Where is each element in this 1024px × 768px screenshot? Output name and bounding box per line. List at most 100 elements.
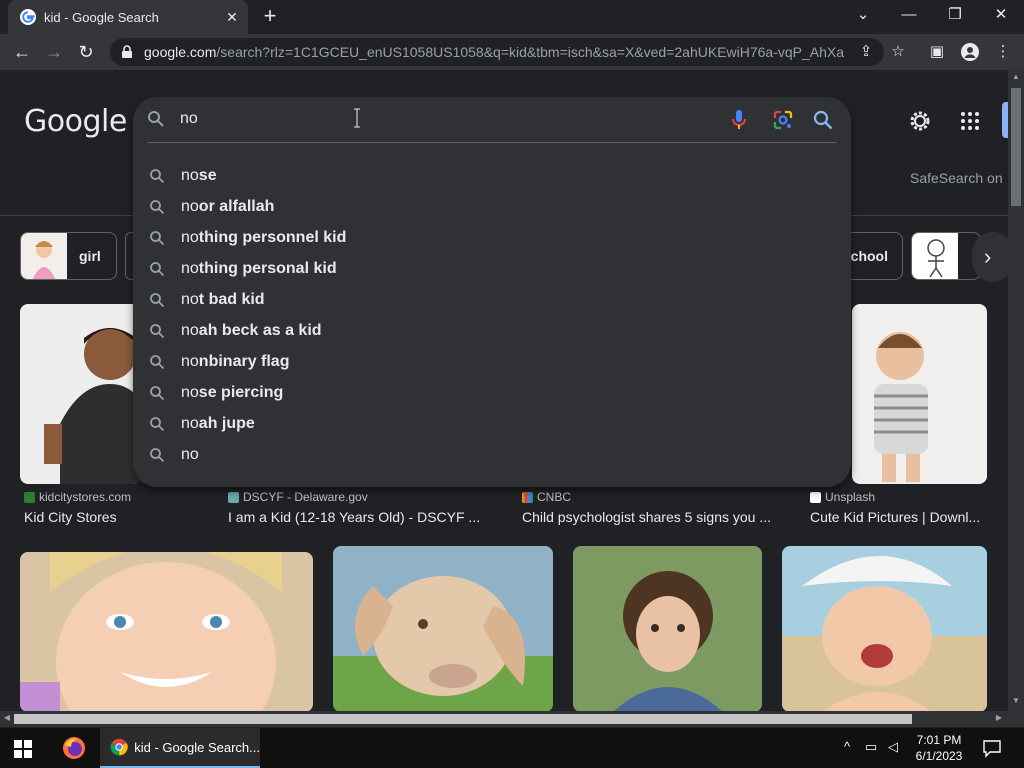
suggestion-completion: ah jupe (198, 414, 255, 432)
horizontal-scroll-thumb[interactable] (14, 714, 912, 724)
google-lens-icon[interactable] (771, 108, 795, 132)
result-source[interactable]: DSCYF - Delaware.gov (228, 490, 368, 504)
side-panel-icon[interactable]: ▣ (927, 42, 947, 62)
search-icon (150, 385, 165, 400)
source-text: Unsplash (825, 490, 876, 504)
suggestion-item[interactable]: not bad kid (133, 284, 851, 315)
result-image-4[interactable] (852, 304, 987, 484)
address-bar[interactable]: google.com/search?rlz=1C1GCEU_enUS1058US… (110, 38, 884, 66)
scroll-down-arrow-icon[interactable]: ▼ (1008, 696, 1024, 710)
network-icon[interactable]: ▭ (862, 738, 880, 756)
share-icon[interactable]: ⇪ (856, 42, 876, 62)
cnbc-favicon-icon (522, 491, 533, 503)
search-submit-icon[interactable] (811, 108, 835, 132)
horizontal-scrollbar[interactable]: ◀ ▶ (0, 711, 1008, 727)
suggestion-item[interactable]: noah beck as a kid (133, 315, 851, 346)
suggestion-item[interactable]: noah jupe (133, 408, 851, 439)
scroll-right-arrow-icon[interactable]: ▶ (992, 713, 1006, 725)
result-image-6[interactable] (333, 546, 553, 711)
tab-title: kid - Google Search (44, 9, 159, 25)
chip-cartoon[interactable] (911, 232, 981, 280)
suggestion-item[interactable]: nose (133, 160, 851, 191)
text-cursor-icon (354, 108, 360, 128)
suggestion-item[interactable]: nose piercing (133, 377, 851, 408)
result-image-7[interactable] (573, 546, 762, 711)
windows-start-icon[interactable] (14, 740, 32, 758)
suggestion-typed: no (181, 383, 199, 401)
suggestion-typed: no (181, 445, 199, 463)
result-source[interactable]: Unsplash (810, 490, 875, 504)
chip-girl[interactable]: girl (20, 232, 117, 280)
vertical-scrollbar[interactable]: ▲ ▼ (1008, 70, 1024, 711)
suggestion-item[interactable]: no (133, 439, 851, 470)
volume-muted-icon[interactable]: ◁ (884, 738, 902, 756)
search-input[interactable]: no (180, 110, 198, 128)
chip-thumbnail (912, 233, 958, 279)
search-box-dropdown: no nose noor alfallah nothing personnel … (133, 97, 851, 487)
forward-button[interactable]: → (42, 40, 66, 64)
result-title[interactable]: I am a Kid (12-18 Years Old) - DSCYF ... (228, 509, 498, 525)
menu-kebab-icon[interactable]: ⋮ (993, 42, 1013, 62)
url-text: google.com/search?rlz=1C1GCEU_enUS1058US… (144, 44, 844, 60)
scroll-up-arrow-icon[interactable]: ▲ (1008, 72, 1024, 86)
voice-search-mic-icon[interactable] (727, 108, 751, 132)
suggestion-typed: no (181, 414, 199, 432)
windows-taskbar: kid - Google Search... ^ ▭ ◁ 7:01 PM 6/1… (0, 728, 1024, 768)
minimize-button[interactable]: — (894, 4, 924, 26)
taskbar-chrome-button[interactable]: kid - Google Search... (100, 728, 260, 768)
result-source[interactable]: CNBC (522, 490, 571, 504)
url-path: /search?rlz=1C1GCEU_enUS1058US1058&q=kid… (216, 44, 844, 60)
suggestion-text: noah jupe (181, 415, 255, 433)
new-tab-button[interactable]: + (258, 5, 282, 29)
close-window-button[interactable]: ✕ (986, 4, 1016, 26)
system-clock[interactable]: 7:01 PM 6/1/2023 (904, 732, 974, 764)
result-title[interactable]: Kid City Stores (24, 509, 214, 525)
scroll-left-arrow-icon[interactable]: ◀ (0, 713, 14, 725)
lock-icon (122, 45, 132, 58)
suggestion-text: nose piercing (181, 384, 283, 402)
tab-close-icon[interactable]: ✕ (224, 9, 240, 25)
suggestion-completion: se (198, 166, 217, 184)
suggestion-text: noor alfallah (181, 198, 274, 216)
restore-button[interactable]: ❐ (940, 4, 970, 26)
search-icon (150, 230, 165, 245)
reload-button[interactable]: ↻ (74, 40, 98, 64)
back-button[interactable]: ← (10, 40, 34, 64)
browser-tab[interactable]: kid - Google Search ✕ (8, 0, 248, 34)
suggestion-completion: thing personal kid (198, 259, 337, 277)
result-image-8[interactable] (782, 546, 987, 711)
search-icon (150, 261, 165, 276)
suggestion-item[interactable]: nonbinary flag (133, 346, 851, 377)
tab-search-icon[interactable]: ⌄ (848, 4, 878, 26)
vertical-scroll-thumb[interactable] (1011, 88, 1021, 206)
chip-thumbnail (21, 233, 67, 279)
firefox-icon[interactable] (62, 736, 86, 760)
suggestion-completion: thing personnel kid (198, 228, 347, 246)
settings-gear-icon[interactable] (908, 109, 932, 133)
tray-overflow-chevron-icon[interactable]: ^ (838, 738, 856, 756)
suggestion-text: noah beck as a kid (181, 322, 322, 340)
result-title[interactable]: Cute Kid Pictures | Downl... (810, 509, 985, 525)
page-content: Google SafeSearch on girl school › kidci… (0, 70, 1008, 711)
url-host: google.com (144, 44, 217, 60)
result-image-1[interactable] (20, 304, 140, 484)
suggestion-typed: no (181, 321, 199, 339)
google-logo[interactable]: Google (24, 104, 127, 139)
suggestion-item[interactable]: noor alfallah (133, 191, 851, 222)
bookmark-star-icon[interactable]: ☆ (888, 42, 908, 62)
safesearch-label[interactable]: SafeSearch on (910, 170, 1003, 186)
search-icon (150, 416, 165, 431)
suggestion-item[interactable]: nothing personal kid (133, 253, 851, 284)
search-icon (150, 447, 165, 462)
suggestion-completion: se piercing (198, 383, 284, 401)
suggestion-item[interactable]: nothing personnel kid (133, 222, 851, 253)
google-apps-icon[interactable] (958, 109, 982, 133)
result-source[interactable]: kidcitystores.com (24, 490, 131, 504)
profile-avatar-icon[interactable] (960, 42, 980, 62)
result-title[interactable]: Child psychologist shares 5 signs you ..… (522, 509, 792, 525)
notification-center-icon[interactable] (982, 738, 1002, 758)
suggestion-text: no (181, 446, 199, 464)
search-input-row[interactable]: no (133, 97, 851, 143)
chips-next-arrow-icon[interactable]: › (972, 232, 1008, 282)
result-image-5[interactable] (20, 552, 313, 711)
